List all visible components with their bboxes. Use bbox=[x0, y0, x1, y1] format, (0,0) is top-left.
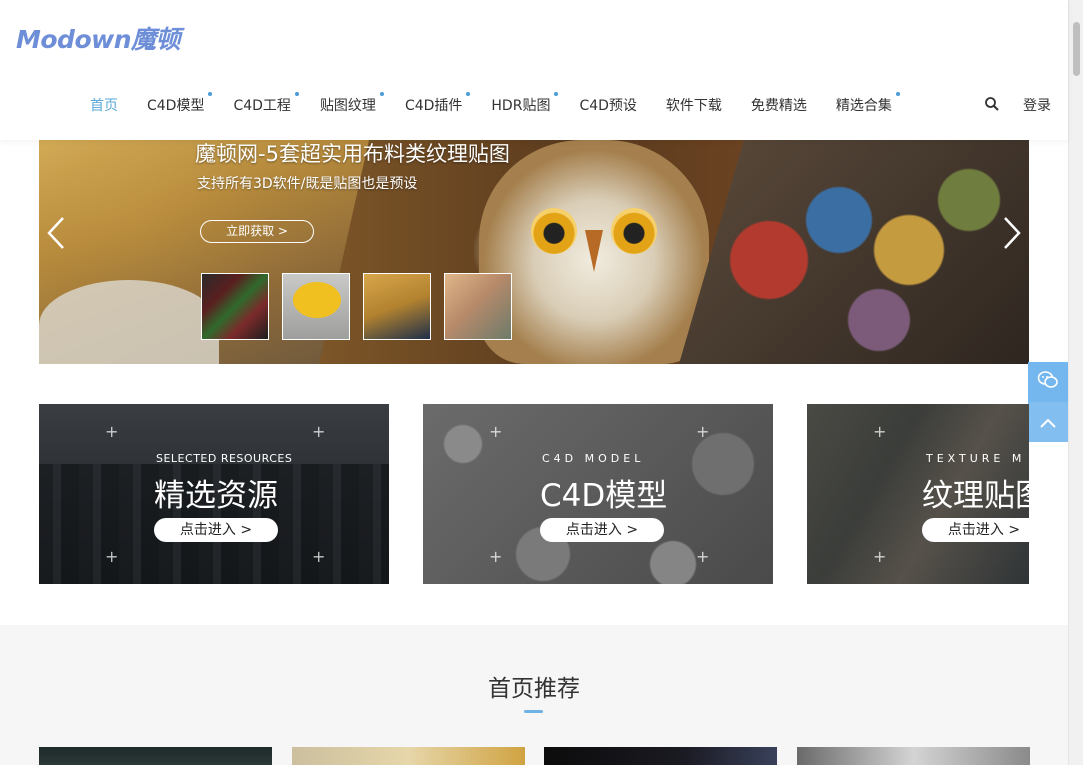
site-header: Modown魔顿 首页 C4D模型 C4D工程 贴图纹理 C4D插件 HDR贴图… bbox=[0, 0, 1068, 140]
plus-icon: + bbox=[873, 547, 887, 566]
nav-dot bbox=[294, 92, 299, 96]
recommend-card[interactable] bbox=[292, 747, 525, 765]
banner-pillow bbox=[39, 280, 219, 364]
section-underline bbox=[524, 710, 543, 713]
owl-beak bbox=[585, 230, 603, 272]
scrollbar-thumb[interactable] bbox=[1073, 22, 1080, 76]
wechat-icon bbox=[1037, 370, 1059, 394]
nav-dot bbox=[895, 92, 900, 96]
banner-thumbnail[interactable] bbox=[363, 273, 431, 340]
card-en-title: C4D MODEL bbox=[542, 452, 645, 465]
hero-banner[interactable]: 魔顿网-5套超实用布料类纹理贴图 支持所有3D软件/既是贴图也是预设 立即获取 … bbox=[39, 140, 1029, 364]
plus-icon: + bbox=[312, 547, 326, 566]
owl-eye bbox=[531, 208, 577, 254]
wechat-float-button[interactable] bbox=[1028, 362, 1068, 402]
nav-hdr[interactable]: HDR贴图 bbox=[491, 92, 559, 115]
category-card-texture[interactable]: + + TEXTURE M 纹理贴图 点击进入 > bbox=[807, 404, 1029, 584]
nav-software[interactable]: 软件下载 bbox=[666, 95, 722, 115]
nav-dot bbox=[466, 92, 471, 96]
card-cn-title: C4D模型 bbox=[540, 478, 668, 514]
nav-c4d-model[interactable]: C4D模型 bbox=[147, 92, 213, 115]
plus-icon: + bbox=[312, 422, 326, 441]
login-link[interactable]: 登录 bbox=[1023, 95, 1051, 115]
recommend-section: 首页推荐 bbox=[0, 625, 1068, 765]
banner-title: 魔顿网-5套超实用布料类纹理贴图 bbox=[195, 142, 510, 166]
card-cn-title: 精选资源 bbox=[154, 478, 278, 514]
main-nav: 首页 C4D模型 C4D工程 贴图纹理 C4D插件 HDR贴图 C4D预设 软件… bbox=[90, 92, 921, 118]
recommend-card[interactable] bbox=[797, 747, 1030, 765]
card-en-title: SELECTED RESOURCES bbox=[156, 452, 293, 465]
nav-dot bbox=[208, 92, 213, 96]
nav-home[interactable]: 首页 bbox=[90, 95, 118, 115]
category-card-selected[interactable]: + + + + SELECTED RESOURCES 精选资源 点击进入 > bbox=[39, 404, 389, 584]
nav-collection[interactable]: 精选合集 bbox=[836, 92, 900, 115]
plus-icon: + bbox=[105, 422, 119, 441]
back-to-top-button[interactable] bbox=[1028, 402, 1068, 442]
site-logo[interactable]: Modown魔顿 bbox=[16, 20, 181, 56]
plus-icon: + bbox=[105, 547, 119, 566]
nav-dot bbox=[554, 92, 559, 96]
category-card-c4d-model[interactable]: + + + + C4D MODEL C4D模型 点击进入 > bbox=[423, 404, 773, 584]
page-scrollbar[interactable] bbox=[1068, 0, 1083, 765]
card-enter-button[interactable]: 点击进入 > bbox=[922, 518, 1029, 542]
banner-thumbnail[interactable] bbox=[201, 273, 269, 340]
nav-c4d-plugin[interactable]: C4D插件 bbox=[405, 92, 471, 115]
card-enter-button[interactable]: 点击进入 > bbox=[540, 518, 664, 542]
chevron-up-icon bbox=[1040, 413, 1056, 432]
plus-icon: + bbox=[696, 422, 710, 441]
search-icon[interactable] bbox=[984, 96, 1000, 112]
plus-icon: + bbox=[696, 547, 710, 566]
card-cn-title: 纹理贴图 bbox=[922, 478, 1029, 514]
banner-thumbnail[interactable] bbox=[444, 273, 512, 340]
recommend-card[interactable] bbox=[544, 747, 777, 765]
banner-subtitle: 支持所有3D软件/既是贴图也是预设 bbox=[197, 176, 418, 192]
plus-icon: + bbox=[489, 422, 503, 441]
recommend-card[interactable] bbox=[39, 747, 272, 765]
chevron-left-icon[interactable] bbox=[45, 216, 67, 250]
card-enter-button[interactable]: 点击进入 > bbox=[154, 518, 278, 542]
banner-get-button[interactable]: 立即获取 > bbox=[200, 220, 314, 243]
nav-dot bbox=[379, 92, 384, 96]
chevron-right-icon[interactable] bbox=[1001, 216, 1023, 250]
nav-c4d-preset[interactable]: C4D预设 bbox=[579, 95, 636, 115]
banner-owl bbox=[479, 140, 709, 364]
section-title: 首页推荐 bbox=[488, 676, 580, 702]
banner-thumbnail[interactable] bbox=[282, 273, 350, 340]
card-en-title: TEXTURE M bbox=[926, 452, 1026, 465]
plus-icon: + bbox=[873, 422, 887, 441]
nav-free[interactable]: 免费精选 bbox=[751, 95, 807, 115]
owl-eye bbox=[611, 208, 657, 254]
nav-c4d-project[interactable]: C4D工程 bbox=[233, 92, 299, 115]
plus-icon: + bbox=[489, 547, 503, 566]
nav-texture[interactable]: 贴图纹理 bbox=[320, 92, 384, 115]
